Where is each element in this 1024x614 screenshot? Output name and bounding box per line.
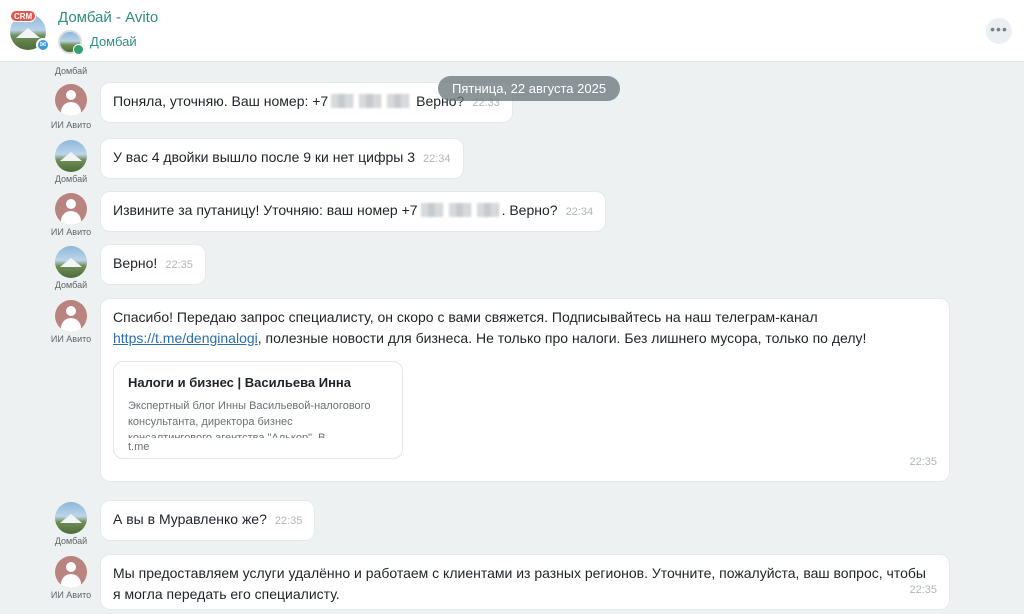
redacted-digits: [476, 203, 499, 217]
chat-avatar[interactable]: CRM ✉: [10, 10, 50, 52]
chat-title[interactable]: Домбай - Avito: [58, 9, 158, 26]
sender-name: Домбай: [54, 536, 88, 546]
message-time: 22:35: [909, 584, 937, 596]
sender-name: ИИ Авито: [50, 590, 92, 600]
ai-avatar-icon: [55, 193, 87, 225]
channel-icon: [73, 44, 84, 55]
message-time: 22:35: [274, 515, 303, 527]
message-text: Мы предоставляем услуги удалённо и работ…: [113, 565, 926, 602]
mountain-avatar-icon: [55, 246, 87, 278]
message-list[interactable]: Домбай Пятница, 22 августа 2025 ИИ Авито…: [0, 62, 1024, 614]
sender-name: Домбай: [54, 280, 88, 290]
contact-name[interactable]: Домбай: [90, 34, 137, 49]
message-text: . Верно?: [501, 202, 558, 218]
preview-domain: t.me: [128, 441, 150, 453]
message-bubble: А вы в Муравленко же? 22:35: [100, 500, 316, 541]
mountain-avatar-icon: [55, 502, 87, 534]
message-bubble: Спасибо! Передаю запрос специалисту, он …: [100, 298, 950, 482]
date-divider: Пятница, 22 августа 2025: [438, 76, 621, 101]
message-text: Спасибо! Передаю запрос специалисту, он …: [113, 309, 818, 325]
message-time: 22:35: [909, 456, 937, 468]
redacted-digits: [331, 94, 354, 108]
message-text: Поняла, уточняю. Ваш номер: +7: [113, 93, 329, 109]
message-time: 22:34: [423, 153, 451, 165]
sender-name: ИИ Авито: [50, 120, 92, 130]
message-text: Извините за путаницу! Уточняю: ваш номер…: [113, 202, 418, 218]
message-text: У вас 4 двойки вышло после 9 ки нет цифр…: [113, 149, 415, 165]
sender-name: Домбай: [54, 66, 88, 76]
contact-avatar[interactable]: [58, 30, 84, 55]
ai-avatar-icon: [55, 556, 87, 588]
mountain-avatar-icon: [55, 140, 87, 172]
message-text: Верно!: [113, 255, 158, 271]
link-preview-card[interactable]: Налоги и бизнес | Васильева Инна Эксперт…: [113, 361, 403, 459]
message-bubble: Мы предоставляем услуги удалённо и работ…: [100, 554, 950, 610]
preview-description-continued: консалтингового агентства "Алькор". В: [128, 432, 326, 438]
message-bubble: Извините за путаницу! Уточняю: ваш номер…: [100, 191, 607, 232]
message-text: , полезные новости для бизнеса. Не тольк…: [257, 330, 867, 346]
ai-avatar-icon: [55, 84, 87, 116]
ai-avatar-icon: [55, 300, 87, 332]
redacted-digits: [448, 203, 471, 217]
sender-name: ИИ Авито: [50, 334, 92, 344]
preview-description: Экспертный блог Инны Васильевой-налогово…: [128, 400, 371, 428]
message-time: 22:34: [565, 206, 594, 218]
message-time: 22:35: [165, 259, 193, 271]
more-options-button[interactable]: •••: [986, 18, 1012, 44]
message-bubble: Верно! 22:35: [100, 244, 206, 285]
message-text: А вы в Муравленко же?: [113, 511, 267, 527]
sender-name: ИИ Авито: [50, 227, 92, 237]
chat-header: CRM ✉ Домбай - Avito Домбай •••: [0, 0, 1024, 62]
redacted-digits: [420, 203, 443, 217]
preview-title: Налоги и бизнес | Васильева Инна: [128, 375, 352, 390]
redacted-digits: [387, 94, 410, 108]
sender-name: Домбай: [54, 174, 88, 184]
message-bubble: У вас 4 двойки вышло после 9 ки нет цифр…: [100, 138, 464, 179]
telegram-channel-link[interactable]: https://t.me/denginalogi: [113, 330, 258, 346]
messenger-badge-icon: ✉: [36, 38, 50, 52]
crm-badge: CRM: [10, 10, 37, 22]
redacted-digits: [359, 94, 382, 108]
